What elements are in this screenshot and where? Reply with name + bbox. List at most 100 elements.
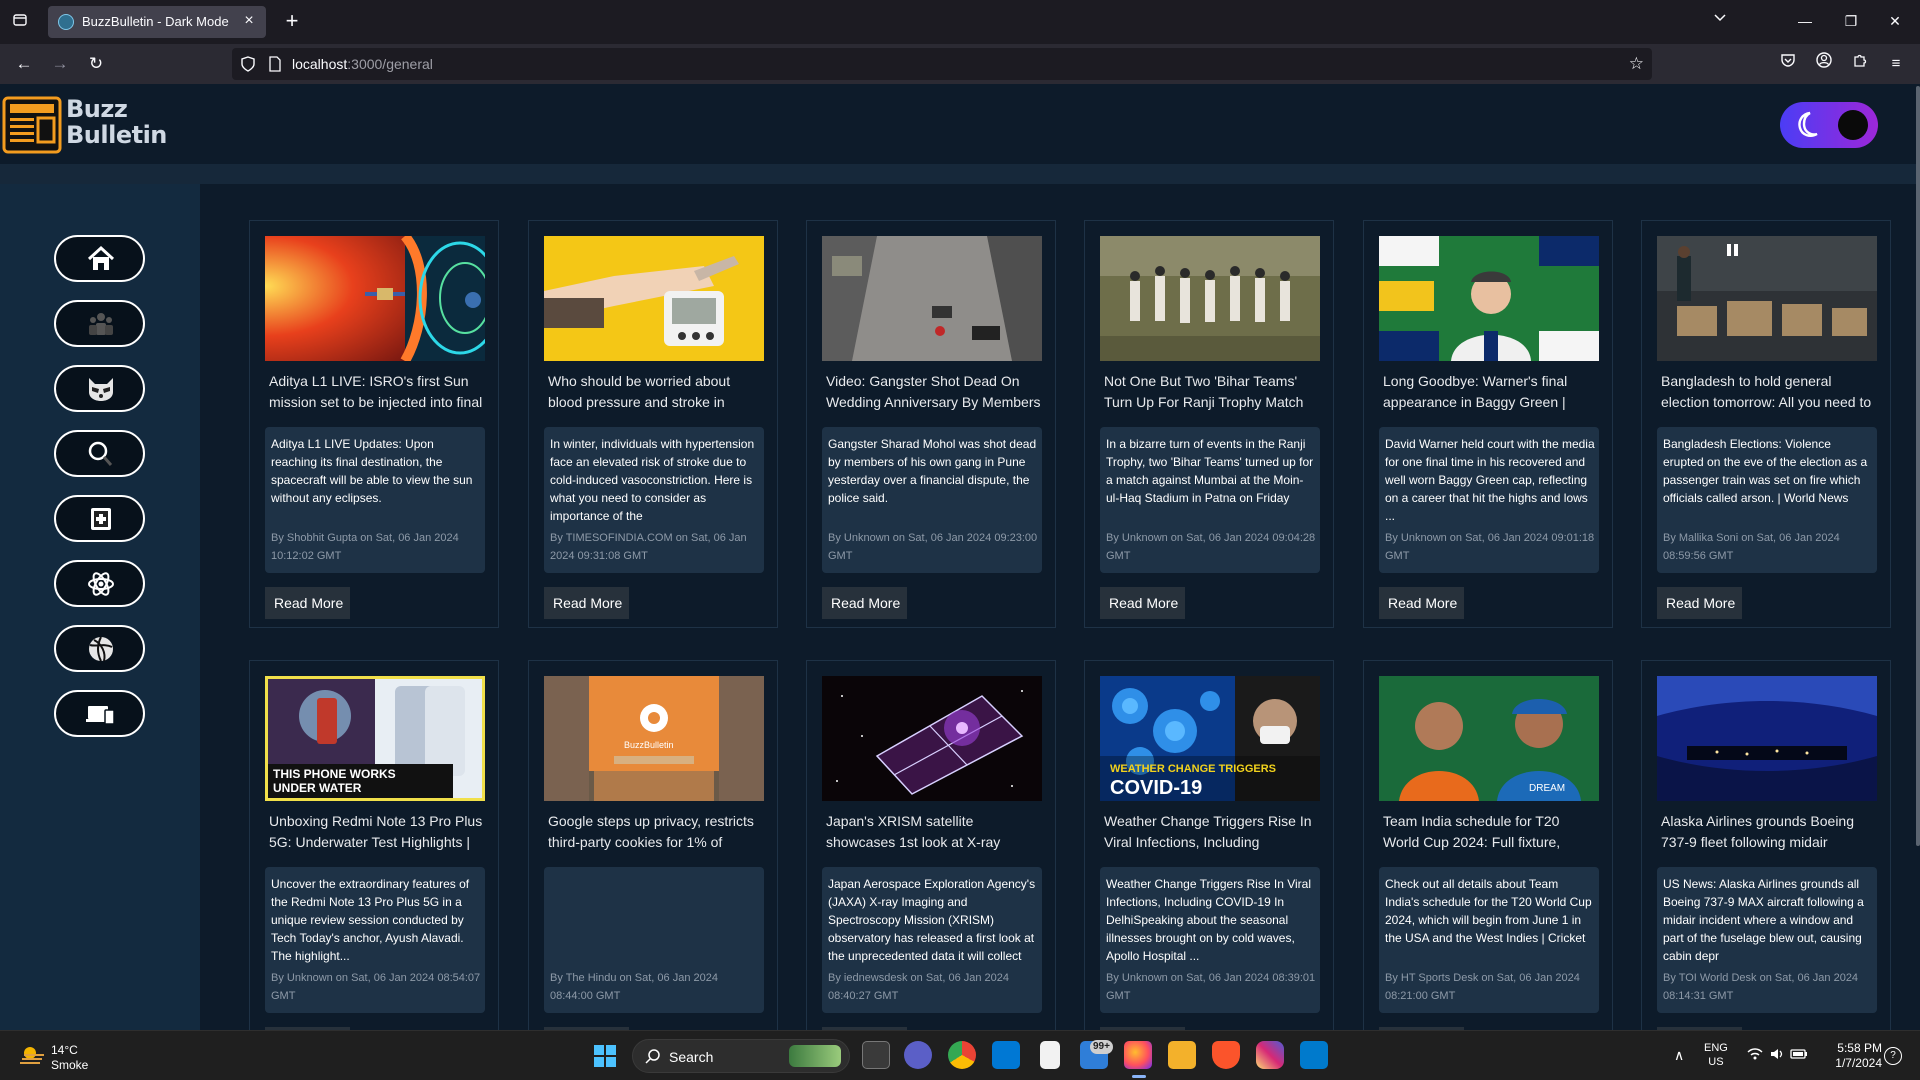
taskbar-search[interactable]: Search [632, 1039, 850, 1073]
sidebar-item-science[interactable] [54, 560, 145, 607]
restore-icon[interactable]: ❐ [1836, 8, 1866, 34]
news-title: Video: Gangster Shot Dead On Wedding Ann… [826, 373, 1041, 410]
account-icon[interactable] [1812, 52, 1836, 76]
tab-close-icon[interactable]: × [240, 12, 258, 30]
news-description: Uncover the extraordinary features of th… [271, 877, 470, 963]
tab-list-icon[interactable] [10, 12, 30, 32]
sidebar-item-search[interactable] [54, 430, 145, 477]
windows-start-icon[interactable] [593, 1044, 617, 1068]
browser-nav-bar: ← → ↻ localhost:3000/general ☆ ≡ [0, 44, 1920, 84]
read-more-button[interactable]: Read More [544, 587, 629, 619]
clock[interactable]: 5:58 PM 1/7/2024 [1820, 1041, 1882, 1071]
tray-chevron-up-icon[interactable]: ∧ [1674, 1047, 1684, 1064]
sidebar-item-home[interactable] [54, 235, 145, 282]
news-image[interactable] [1657, 676, 1877, 801]
news-summary-box: Aditya L1 LIVE Updates: Upon reaching it… [265, 427, 485, 573]
news-meta: By iednewsdesk on Sat, 06 Jan 2024 08:40… [828, 972, 1010, 1002]
instagram-icon[interactable] [1256, 1041, 1284, 1069]
news-image[interactable]: BuzzBulletin [544, 676, 764, 801]
news-card: THIS PHONE WORKS UNDER WATER Unboxing Re… [249, 660, 499, 1030]
entertainment-icon [89, 378, 113, 401]
news-image[interactable] [265, 236, 485, 361]
scrollbar-thumb[interactable] [1916, 86, 1920, 846]
news-meta: By HT Sports Desk on Sat, 06 Jan 2024 08… [1385, 972, 1580, 1002]
shield-icon[interactable] [240, 56, 256, 72]
news-image[interactable]: THIS PHONE WORKS UNDER WATER [265, 676, 485, 801]
menu-icon[interactable]: ≡ [1884, 52, 1908, 76]
news-card: Aditya L1 LIVE: ISRO's first Sun mission… [249, 220, 499, 628]
image-caption-line1: WEATHER CHANGE TRIGGERS [1110, 763, 1276, 775]
close-window-icon[interactable]: ✕ [1880, 8, 1910, 34]
reload-icon[interactable]: ↻ [84, 52, 108, 76]
sidebar-item-business[interactable] [54, 300, 145, 347]
news-image[interactable]: WEATHER CHANGE TRIGGERS COVID-19 [1100, 676, 1320, 801]
pocket-icon[interactable] [1776, 52, 1800, 76]
category-sidebar [0, 184, 200, 1030]
news-summary-box: Bangladesh Elections: Violence erupted o… [1657, 427, 1877, 573]
news-image[interactable] [1379, 236, 1599, 361]
image-jersey-text: DREAM [1529, 783, 1565, 794]
weather-smoke-icon[interactable] [18, 1043, 46, 1067]
weather-temperature: 14°C [51, 1043, 78, 1057]
business-icon [89, 313, 113, 335]
read-more-button[interactable]: Read More [265, 587, 350, 619]
news-image[interactable] [1657, 236, 1877, 361]
sidebar-item-entertainment[interactable] [54, 365, 145, 412]
news-image[interactable]: DREAM [1379, 676, 1599, 801]
moon-icon [1798, 111, 1818, 137]
chevron-down-icon[interactable] [1712, 11, 1728, 27]
minimize-icon[interactable]: — [1790, 8, 1820, 34]
logo-text: Buzz Bulletin [66, 95, 167, 149]
chrome-icon[interactable] [948, 1041, 976, 1069]
forward-icon[interactable]: → [48, 52, 72, 76]
browser-tab-active[interactable]: BuzzBulletin - Dark Mode × [48, 6, 266, 38]
news-image[interactable] [544, 236, 764, 361]
news-title: Not One But Two 'Bihar Teams' Turn Up Fo… [1104, 373, 1304, 410]
url-bar[interactable]: localhost:3000/general ☆ [232, 48, 1652, 80]
news-meta: By Unknown on Sat, 06 Jan 2024 09:01:18 … [1385, 532, 1595, 562]
sports-icon [89, 636, 113, 662]
search-label: Search [669, 1049, 714, 1065]
volume-icon[interactable] [1768, 1047, 1786, 1065]
teams-icon[interactable] [904, 1041, 932, 1069]
site-logo[interactable]: Buzz Bulletin [0, 94, 167, 156]
notification-icon[interactable]: ? [1884, 1047, 1902, 1065]
news-meta: By Unknown on Sat, 06 Jan 2024 08:54:07 … [271, 972, 481, 1002]
read-more-button[interactable]: Read More [822, 587, 907, 619]
vscode-icon[interactable] [1300, 1041, 1328, 1069]
new-tab-icon[interactable]: + [280, 10, 304, 34]
news-card: Bangladesh to hold general election tomo… [1641, 220, 1891, 628]
firefox-icon[interactable] [1124, 1041, 1152, 1069]
brave-icon[interactable] [1212, 1041, 1240, 1069]
task-view-icon[interactable] [862, 1041, 890, 1069]
battery-icon[interactable] [1790, 1047, 1808, 1065]
read-more-button[interactable]: Read More [1100, 587, 1185, 619]
news-description: Gangster Sharad Mohol was shot dead by m… [828, 437, 1037, 505]
store-icon[interactable] [992, 1041, 1020, 1069]
news-image[interactable] [1100, 236, 1320, 361]
extensions-icon[interactable] [1848, 52, 1872, 76]
bookmark-star-icon[interactable]: ☆ [1629, 54, 1644, 74]
read-more-button[interactable]: Read More [1379, 587, 1464, 619]
news-image[interactable] [822, 236, 1042, 361]
dark-mode-toggle[interactable] [1780, 102, 1878, 148]
news-card: BuzzBulletin Google steps up privacy, re… [528, 660, 778, 1030]
input-language[interactable]: ENG US [1704, 1041, 1728, 1069]
read-more-button[interactable]: Read More [1657, 587, 1742, 619]
toggle-knob [1838, 110, 1868, 140]
science-icon [88, 572, 114, 596]
news-title: Aditya L1 LIVE: ISRO's first Sun mission… [269, 373, 483, 410]
file-explorer-icon[interactable] [1168, 1041, 1196, 1069]
weather-condition: Smoke [51, 1058, 89, 1072]
wifi-icon[interactable] [1746, 1047, 1764, 1065]
sidebar-item-health[interactable] [54, 495, 145, 542]
notepad-icon[interactable] [1040, 1041, 1060, 1069]
image-caption-line2: UNDER WATER [273, 781, 362, 795]
back-icon[interactable]: ← [12, 52, 36, 76]
news-meta: By Unknown on Sat, 06 Jan 2024 09:04:28 … [1106, 532, 1316, 562]
news-description: Weather Change Triggers Rise In Viral In… [1106, 877, 1311, 963]
url-text[interactable]: localhost:3000/general [292, 56, 433, 72]
sidebar-item-technology[interactable] [54, 690, 145, 737]
news-image[interactable] [822, 676, 1042, 801]
sidebar-item-sports[interactable] [54, 625, 145, 672]
